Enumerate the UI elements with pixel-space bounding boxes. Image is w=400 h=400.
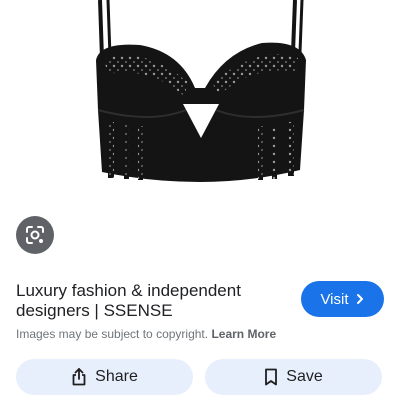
google-lens-button[interactable] [16,216,54,254]
visit-label: Visit [320,290,349,308]
learn-more-link[interactable]: Learn More [211,327,276,341]
save-label: Save [286,368,323,385]
google-lens-icon [24,224,46,246]
product-image[interactable] [0,0,400,210]
bookmark-icon [264,368,278,386]
share-button[interactable]: Share [16,359,193,395]
copyright-notice: Images may be subject to copyright. Lear… [16,327,276,341]
chevron-right-icon [355,293,365,305]
share-icon [71,368,87,386]
visit-button[interactable]: Visit [301,281,384,317]
save-button[interactable]: Save [205,359,382,395]
result-title[interactable]: Luxury fashion & independent designers |… [16,281,286,321]
copyright-text: Images may be subject to copyright. [16,327,209,341]
share-label: Share [95,368,138,385]
